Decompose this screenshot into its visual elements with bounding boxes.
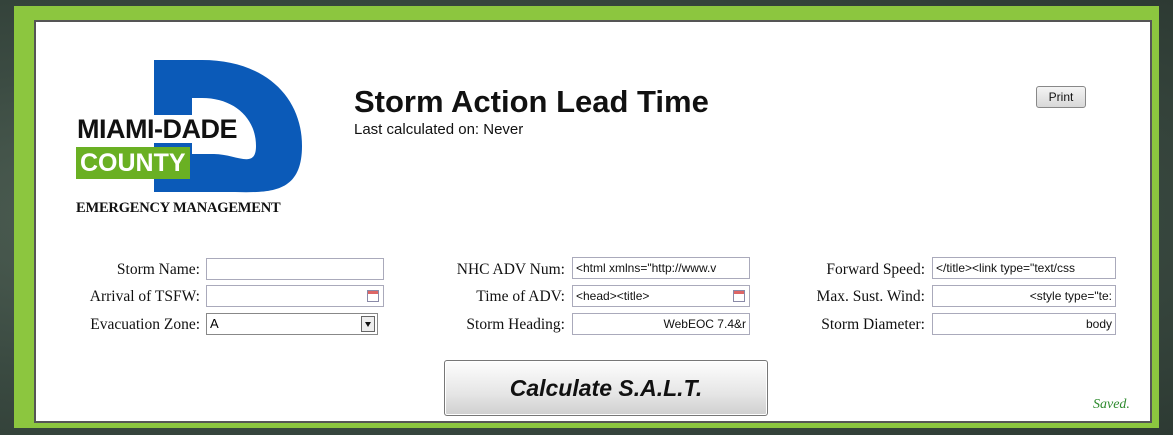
- miami-dade-logo: MIAMI-DADE COUNTY EMERGENCY MANAGEMENT: [74, 54, 314, 219]
- logo-miami-dade-text: MIAMI-DADE: [76, 114, 238, 144]
- chevron-down-icon[interactable]: [361, 316, 375, 332]
- time-of-adv-label: Time of ADV:: [476, 288, 565, 305]
- last-calculated-text: Last calculated on: Never: [354, 121, 524, 138]
- storm-heading-label: Storm Heading:: [466, 316, 565, 333]
- salt-form-panel: MIAMI-DADE COUNTY EMERGENCY MANAGEMENT S…: [34, 20, 1152, 423]
- time-of-adv-input[interactable]: <head><title>: [572, 285, 750, 307]
- max-sust-wind-label: Max. Sust. Wind:: [816, 288, 925, 305]
- evacuation-zone-value: A: [210, 316, 219, 331]
- storm-diameter-label: Storm Diameter:: [821, 316, 925, 333]
- max-sust-wind-input[interactable]: <style type="te:: [932, 285, 1116, 307]
- storm-name-input[interactable]: [206, 258, 384, 280]
- calendar-icon[interactable]: [367, 290, 379, 302]
- saved-status: Saved.: [1093, 397, 1130, 412]
- evacuation-zone-label: Evacuation Zone:: [90, 316, 200, 333]
- nhc-adv-num-label: NHC ADV Num:: [456, 261, 565, 278]
- forward-speed-label: Forward Speed:: [826, 261, 925, 278]
- arrival-tsfw-label: Arrival of TSFW:: [89, 288, 200, 305]
- storm-diameter-input[interactable]: body: [932, 313, 1116, 335]
- print-button[interactable]: Print: [1036, 86, 1086, 108]
- nhc-adv-num-input[interactable]: <html xmlns="http://www.v: [572, 257, 750, 279]
- evacuation-zone-select[interactable]: A: [206, 313, 378, 335]
- page-frame: MIAMI-DADE COUNTY EMERGENCY MANAGEMENT S…: [14, 6, 1159, 428]
- forward-speed-input[interactable]: </title><link type="text/css: [932, 257, 1116, 279]
- storm-heading-input[interactable]: WebEOC 7.4&r: [572, 313, 750, 335]
- storm-name-label: Storm Name:: [116, 261, 200, 278]
- logo-county-text: COUNTY: [76, 147, 190, 179]
- time-of-adv-value: <head><title>: [576, 289, 650, 303]
- page-title: Storm Action Lead Time: [354, 84, 709, 119]
- arrival-tsfw-input[interactable]: [206, 285, 384, 307]
- calendar-icon[interactable]: [733, 290, 745, 302]
- calculate-salt-button[interactable]: Calculate S.A.L.T.: [444, 360, 768, 416]
- logo-emergency-management-text: EMERGENCY MANAGEMENT: [76, 200, 281, 216]
